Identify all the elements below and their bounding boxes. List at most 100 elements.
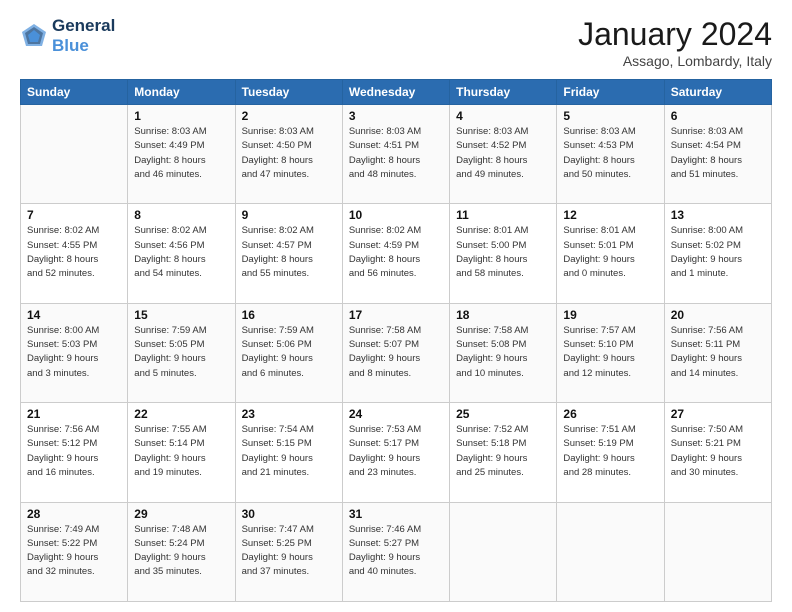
day-info: Sunrise: 7:56 AM Sunset: 5:11 PM Dayligh… [671, 324, 765, 381]
day-info: Sunrise: 8:02 AM Sunset: 4:56 PM Dayligh… [134, 224, 228, 281]
day-info: Sunrise: 8:03 AM Sunset: 4:54 PM Dayligh… [671, 125, 765, 182]
day-info: Sunrise: 8:03 AM Sunset: 4:51 PM Dayligh… [349, 125, 443, 182]
calendar-week-row: 1 Sunrise: 8:03 AM Sunset: 4:49 PM Daylig… [21, 105, 772, 204]
day-info: Sunrise: 8:02 AM Sunset: 4:55 PM Dayligh… [27, 224, 121, 281]
day-info: Sunrise: 8:00 AM Sunset: 5:03 PM Dayligh… [27, 324, 121, 381]
month-title: January 2024 [578, 16, 772, 53]
day-number: 10 [349, 208, 443, 222]
day-info: Sunrise: 7:58 AM Sunset: 5:08 PM Dayligh… [456, 324, 550, 381]
day-number: 31 [349, 507, 443, 521]
calendar-cell: 25 Sunrise: 7:52 AM Sunset: 5:18 PM Dayli… [450, 403, 557, 502]
day-number: 1 [134, 109, 228, 123]
day-number: 5 [563, 109, 657, 123]
day-number: 30 [242, 507, 336, 521]
calendar-header-tuesday: Tuesday [235, 80, 342, 105]
logo: General Blue [20, 16, 115, 55]
calendar-week-row: 28Sunrise: 7:49 AM Sunset: 5:22 PM Dayli… [21, 502, 772, 601]
day-number: 3 [349, 109, 443, 123]
day-number: 20 [671, 308, 765, 322]
calendar-cell: 2 Sunrise: 8:03 AM Sunset: 4:50 PM Daylig… [235, 105, 342, 204]
calendar-header-friday: Friday [557, 80, 664, 105]
day-number: 29 [134, 507, 228, 521]
calendar-cell: 27Sunrise: 7:50 AM Sunset: 5:21 PM Dayli… [664, 403, 771, 502]
day-number: 9 [242, 208, 336, 222]
day-number: 25 [456, 407, 550, 421]
calendar-cell: 1 Sunrise: 8:03 AM Sunset: 4:49 PM Daylig… [128, 105, 235, 204]
day-info: Sunrise: 8:03 AM Sunset: 4:52 PM Dayligh… [456, 125, 550, 182]
day-number: 18 [456, 308, 550, 322]
day-info: Sunrise: 7:59 AM Sunset: 5:06 PM Dayligh… [242, 324, 336, 381]
day-number: 17 [349, 308, 443, 322]
day-info: Sunrise: 7:58 AM Sunset: 5:07 PM Dayligh… [349, 324, 443, 381]
calendar-cell: 20 Sunrise: 7:56 AM Sunset: 5:11 PM Dayli… [664, 303, 771, 402]
calendar-cell: 17 Sunrise: 7:58 AM Sunset: 5:07 PM Dayli… [342, 303, 449, 402]
day-info: Sunrise: 7:47 AM Sunset: 5:25 PM Dayligh… [242, 523, 336, 580]
page: General Blue January 2024 Assago, Lombar… [0, 0, 792, 612]
calendar-cell: 23 Sunrise: 7:54 AM Sunset: 5:15 PM Dayli… [235, 403, 342, 502]
day-number: 27 [671, 407, 765, 421]
calendar-header-thursday: Thursday [450, 80, 557, 105]
day-info: Sunrise: 8:00 AM Sunset: 5:02 PM Dayligh… [671, 224, 765, 281]
day-info: Sunrise: 7:48 AM Sunset: 5:24 PM Dayligh… [134, 523, 228, 580]
calendar-cell: 24 Sunrise: 7:53 AM Sunset: 5:17 PM Dayli… [342, 403, 449, 502]
day-info: Sunrise: 7:52 AM Sunset: 5:18 PM Dayligh… [456, 423, 550, 480]
day-number: 8 [134, 208, 228, 222]
day-info: Sunrise: 8:03 AM Sunset: 4:53 PM Dayligh… [563, 125, 657, 182]
day-number: 15 [134, 308, 228, 322]
calendar-cell: 10 Sunrise: 8:02 AM Sunset: 4:59 PM Dayli… [342, 204, 449, 303]
calendar-cell: 14Sunrise: 8:00 AM Sunset: 5:03 PM Dayli… [21, 303, 128, 402]
logo-icon [20, 22, 48, 50]
day-info: Sunrise: 7:46 AM Sunset: 5:27 PM Dayligh… [349, 523, 443, 580]
day-info: Sunrise: 8:02 AM Sunset: 4:59 PM Dayligh… [349, 224, 443, 281]
calendar-header-saturday: Saturday [664, 80, 771, 105]
location: Assago, Lombardy, Italy [578, 53, 772, 69]
calendar-cell: 19 Sunrise: 7:57 AM Sunset: 5:10 PM Dayli… [557, 303, 664, 402]
day-number: 22 [134, 407, 228, 421]
day-info: Sunrise: 7:54 AM Sunset: 5:15 PM Dayligh… [242, 423, 336, 480]
calendar-cell: 9 Sunrise: 8:02 AM Sunset: 4:57 PM Daylig… [235, 204, 342, 303]
calendar-cell: 5 Sunrise: 8:03 AM Sunset: 4:53 PM Daylig… [557, 105, 664, 204]
calendar-cell: 22 Sunrise: 7:55 AM Sunset: 5:14 PM Dayli… [128, 403, 235, 502]
calendar-cell: 26 Sunrise: 7:51 AM Sunset: 5:19 PM Dayli… [557, 403, 664, 502]
day-number: 19 [563, 308, 657, 322]
calendar-cell: 12Sunrise: 8:01 AM Sunset: 5:01 PM Dayli… [557, 204, 664, 303]
day-info: Sunrise: 8:03 AM Sunset: 4:50 PM Dayligh… [242, 125, 336, 182]
calendar-cell: 18 Sunrise: 7:58 AM Sunset: 5:08 PM Dayli… [450, 303, 557, 402]
calendar-week-row: 21Sunrise: 7:56 AM Sunset: 5:12 PM Dayli… [21, 403, 772, 502]
calendar-header-monday: Monday [128, 80, 235, 105]
day-info: Sunrise: 7:57 AM Sunset: 5:10 PM Dayligh… [563, 324, 657, 381]
calendar-cell: 31 Sunrise: 7:46 AM Sunset: 5:27 PM Dayli… [342, 502, 449, 601]
calendar-cell [450, 502, 557, 601]
calendar-week-row: 7Sunrise: 8:02 AM Sunset: 4:55 PM Daylig… [21, 204, 772, 303]
calendar-cell: 3 Sunrise: 8:03 AM Sunset: 4:51 PM Daylig… [342, 105, 449, 204]
day-info: Sunrise: 7:51 AM Sunset: 5:19 PM Dayligh… [563, 423, 657, 480]
calendar-cell: 28Sunrise: 7:49 AM Sunset: 5:22 PM Dayli… [21, 502, 128, 601]
calendar-cell: 6 Sunrise: 8:03 AM Sunset: 4:54 PM Daylig… [664, 105, 771, 204]
logo-text: General Blue [52, 16, 115, 55]
calendar-cell: 15 Sunrise: 7:59 AM Sunset: 5:05 PM Dayli… [128, 303, 235, 402]
day-number: 21 [27, 407, 121, 421]
day-number: 6 [671, 109, 765, 123]
calendar-cell [557, 502, 664, 601]
calendar-cell: 8 Sunrise: 8:02 AM Sunset: 4:56 PM Daylig… [128, 204, 235, 303]
day-number: 11 [456, 208, 550, 222]
calendar-cell: 13Sunrise: 8:00 AM Sunset: 5:02 PM Dayli… [664, 204, 771, 303]
day-number: 24 [349, 407, 443, 421]
calendar-header-wednesday: Wednesday [342, 80, 449, 105]
day-info: Sunrise: 8:03 AM Sunset: 4:49 PM Dayligh… [134, 125, 228, 182]
day-number: 23 [242, 407, 336, 421]
calendar-header-row: SundayMondayTuesdayWednesdayThursdayFrid… [21, 80, 772, 105]
day-number: 26 [563, 407, 657, 421]
calendar-cell [21, 105, 128, 204]
day-info: Sunrise: 7:55 AM Sunset: 5:14 PM Dayligh… [134, 423, 228, 480]
day-info: Sunrise: 8:02 AM Sunset: 4:57 PM Dayligh… [242, 224, 336, 281]
calendar-cell: 30 Sunrise: 7:47 AM Sunset: 5:25 PM Dayli… [235, 502, 342, 601]
day-number: 4 [456, 109, 550, 123]
title-block: January 2024 Assago, Lombardy, Italy [578, 16, 772, 69]
day-number: 28 [27, 507, 121, 521]
day-info: Sunrise: 7:59 AM Sunset: 5:05 PM Dayligh… [134, 324, 228, 381]
calendar-cell: 16Sunrise: 7:59 AM Sunset: 5:06 PM Dayli… [235, 303, 342, 402]
day-info: Sunrise: 7:53 AM Sunset: 5:17 PM Dayligh… [349, 423, 443, 480]
day-number: 2 [242, 109, 336, 123]
calendar-week-row: 14Sunrise: 8:00 AM Sunset: 5:03 PM Dayli… [21, 303, 772, 402]
